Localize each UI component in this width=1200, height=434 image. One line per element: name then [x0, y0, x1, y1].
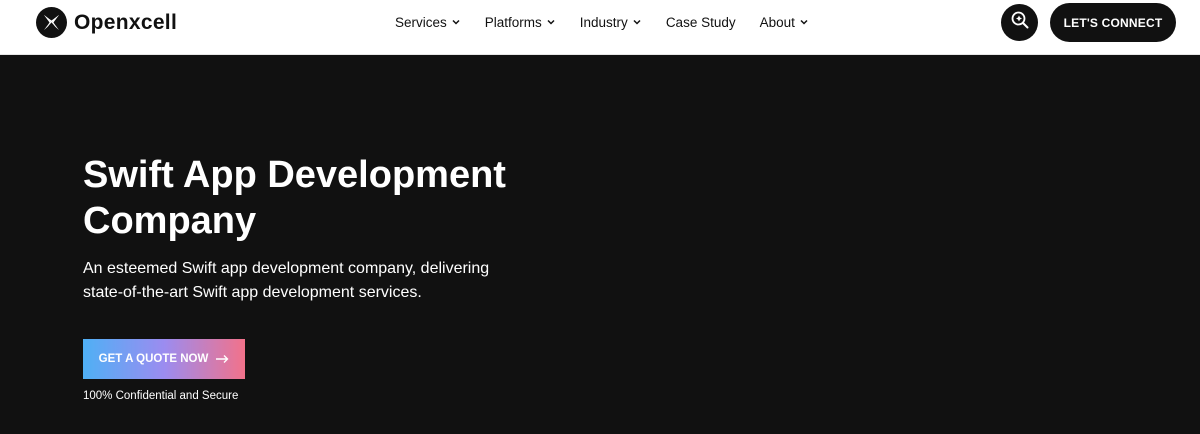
- hero-title: Swift App Development Company: [83, 154, 506, 242]
- search-button[interactable]: [1001, 4, 1038, 41]
- nav-item-about[interactable]: About: [760, 15, 809, 30]
- chevron-down-icon: [632, 17, 642, 27]
- openxcell-logo-icon: [36, 7, 67, 38]
- search-icon: [1010, 10, 1030, 35]
- hero-section: Swift App Development Company An esteeme…: [0, 56, 1200, 434]
- nav-item-label: Services: [395, 14, 447, 30]
- nav-item-label: About: [759, 14, 795, 30]
- hero-subtitle: An esteemed Swift app development compan…: [83, 260, 490, 301]
- nav-item-label: Platforms: [484, 14, 542, 30]
- chevron-down-icon: [546, 17, 556, 27]
- confidential-note: 100% Confidential and Secure: [83, 390, 239, 402]
- get-quote-label: GET A QUOTE NOW: [98, 353, 209, 365]
- arrow-right-icon: [215, 354, 229, 364]
- chevron-down-icon: [799, 17, 809, 27]
- chevron-down-icon: [451, 17, 461, 27]
- site-header: Openxcell Services Platforms Industry Ca…: [0, 0, 1200, 55]
- logo-text: Openxcell: [74, 10, 178, 34]
- lets-connect-button[interactable]: LET'S CONNECT: [1050, 3, 1176, 42]
- nav-item-label: Case Study: [665, 14, 736, 30]
- get-quote-button[interactable]: GET A QUOTE NOW: [83, 339, 245, 379]
- nav-item-label: Industry: [579, 14, 628, 30]
- nav-item-services[interactable]: Services: [395, 15, 461, 30]
- nav-item-case-study[interactable]: Case Study: [666, 15, 736, 30]
- main-nav: Services Platforms Industry Case Study A…: [395, 0, 833, 44]
- logo[interactable]: Openxcell: [36, 7, 177, 38]
- nav-item-industry[interactable]: Industry: [580, 15, 642, 30]
- nav-item-platforms[interactable]: Platforms: [485, 15, 556, 30]
